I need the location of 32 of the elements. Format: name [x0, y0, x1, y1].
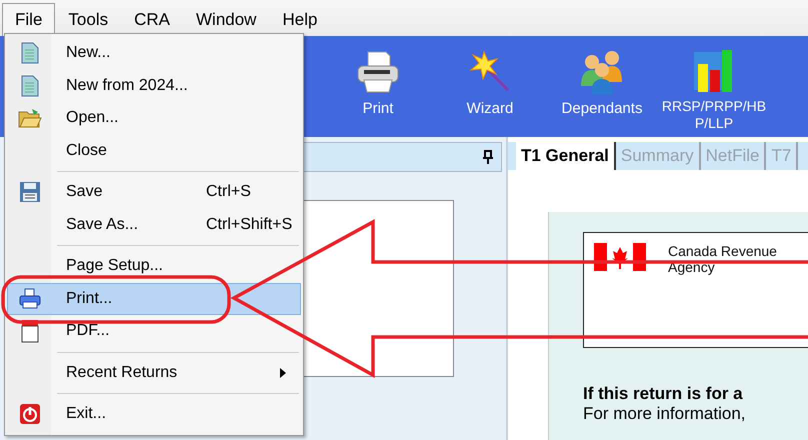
pin-icon[interactable]: [483, 150, 493, 164]
menu-item[interactable]: Exit...: [7, 398, 301, 430]
toolbar-button[interactable]: RRSP/PRPP/HBP/LLP: [659, 36, 769, 137]
menu-bar-item[interactable]: File: [2, 3, 56, 36]
menu-item[interactable]: New...: [7, 37, 301, 70]
toolbar-button[interactable]: Dependants: [547, 36, 657, 137]
menu-bar-item[interactable]: CRA: [121, 3, 183, 36]
form-text: For more information,: [583, 404, 746, 424]
form-heading: If this return is for a: [583, 384, 744, 404]
menu-item[interactable]: Open...: [7, 102, 301, 134]
menu-item[interactable]: Recent Returns: [7, 356, 301, 389]
toolbar-button[interactable]: Wizard: [435, 36, 545, 137]
toolbar-button[interactable]: Print: [323, 36, 433, 137]
printer-icon: [18, 288, 42, 310]
menu-item[interactable]: Save As... Ctrl+Shift+S: [7, 208, 301, 241]
pdf-file-icon: [19, 319, 41, 344]
menu-item[interactable]: PDF...: [7, 315, 301, 348]
agency-name: Canada Revenue Agency: [668, 243, 778, 275]
menu-item[interactable]: New from 2024...: [7, 70, 301, 102]
menu-bar-item[interactable]: Tools: [55, 3, 122, 36]
tab[interactable]: T1 General: [516, 142, 616, 170]
folder-icon: [18, 107, 42, 130]
document-icon: [21, 74, 39, 97]
menu-item[interactable]: Save Ctrl+S: [7, 176, 301, 208]
power-icon: [19, 403, 41, 426]
canada-flag-icon: [594, 243, 646, 271]
document-icon: [21, 42, 39, 64]
menu-bar-item[interactable]: Help: [269, 3, 330, 36]
menu-item[interactable]: Page Setup...: [7, 250, 301, 282]
menu-item[interactable]: Print...: [7, 282, 301, 315]
menu-item[interactable]: Close: [7, 134, 301, 167]
menu-bar-item[interactable]: Window: [183, 3, 270, 36]
